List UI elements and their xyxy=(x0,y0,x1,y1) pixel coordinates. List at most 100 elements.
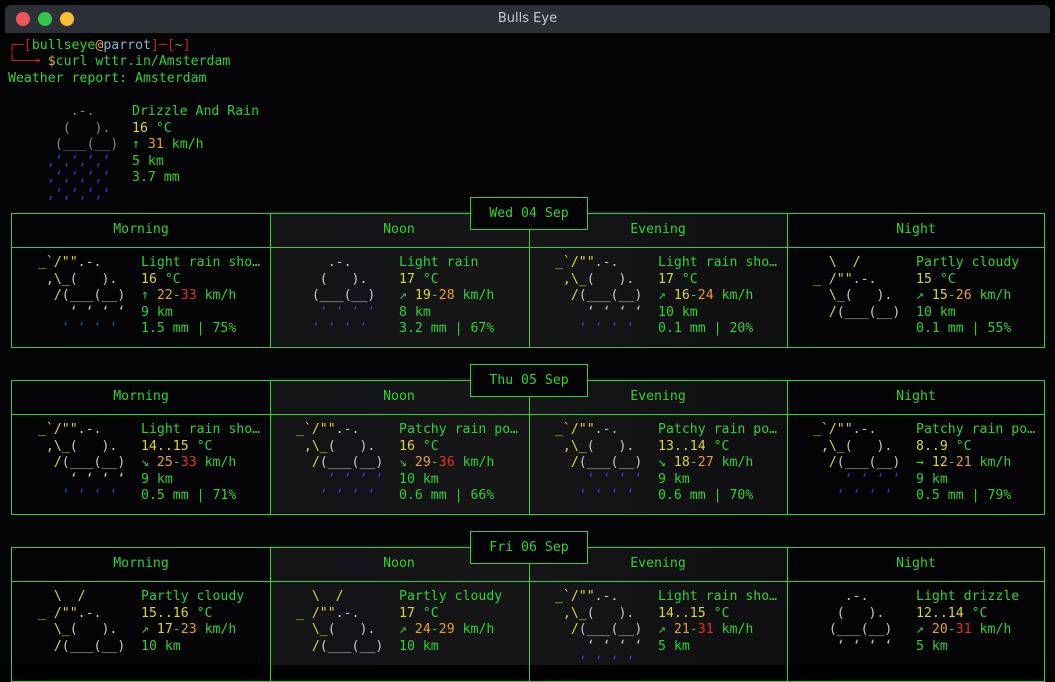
period-wind-low: 15 xyxy=(931,288,948,304)
period-wind-low: 22 xyxy=(156,288,173,304)
period-cell: _`/"".-. ,\_( ). /(___(__) ʻ ʻ ʻ ʻ ʻ ʻ ʻ… xyxy=(529,589,787,679)
period-wind-low: 24 xyxy=(414,622,431,638)
period-visibility: 8 km xyxy=(399,304,431,320)
period-cell: _`/"".-. ,\_( ). /(___(__) ʻ ʻ ʻ ʻ ʻ ʻ ʻ… xyxy=(270,422,528,512)
day-date: Thu 05 Sep xyxy=(470,364,588,397)
period-wind-high: 27 xyxy=(697,455,714,471)
period-wind-high: 24 xyxy=(697,288,714,304)
prompt-user: bullseye xyxy=(31,38,96,53)
period-temp: 12..14 xyxy=(916,605,964,621)
partly-cloudy-icon: \ / _ /"".-. \_( ). /(___(__) xyxy=(288,589,392,654)
partly-cloudy-icon: \ / _ /"".-. \_( ). /(___(__) xyxy=(805,255,909,320)
period-info: Light rain 17 °C ↗ 19-28 km/h 8 km 3.2 m… xyxy=(399,255,495,337)
period-wind-low: 12 xyxy=(931,455,948,471)
period-label: Night xyxy=(896,556,936,571)
patchy-rain-icon: _`/"".-. ,\_( ). /(___(__) ʻ ʻ ʻ ʻ ʻ ʻ ʻ… xyxy=(288,422,400,504)
period-visibility: 10 km xyxy=(658,304,698,320)
period-info: Patchy rain po… 8..9 °C → 12-21 km/h 9 k… xyxy=(916,422,1036,504)
period-wind-low: 20 xyxy=(931,622,948,638)
wind-arrow-icon: ↘ xyxy=(399,455,407,471)
period-condition: Light rain xyxy=(399,255,479,270)
wind-arrow-icon: ↘ xyxy=(141,455,149,471)
period-condition: Patchy rain po… xyxy=(658,422,778,437)
period-precip: 0.1 mm | 55% xyxy=(916,321,1012,337)
period-precip: 0.5 mm | 71% xyxy=(141,488,237,504)
period-temp: 13..14 xyxy=(658,438,706,454)
period-cell: _`/"".-. ,\_( ). /(___(__) ʻ ʻ ʻ ʻ ʻ ʻ ʻ… xyxy=(12,255,270,345)
period-info: Light rain sho… 16 °C ↑ 22-33 km/h 9 km … xyxy=(141,255,261,337)
period-label: Night xyxy=(896,389,936,404)
period-temp: 14..15 xyxy=(141,438,189,454)
period-condition: Light rain sho… xyxy=(141,422,261,437)
period-visibility: 9 km xyxy=(141,471,173,487)
light-drizzle-icon: .-. ( ). (___(__) ʻ ʻ ʻ ʻ xyxy=(828,589,893,654)
current-wind: 31 xyxy=(147,137,164,153)
wind-arrow-icon: ↑ xyxy=(132,137,140,153)
period-wind-high: 36 xyxy=(438,455,455,471)
period-wind-low: 19 xyxy=(414,288,431,304)
period-visibility: 5 km xyxy=(658,638,690,654)
light-rain-shower-icon: _`/"".-. ,\_( ). /(___(__) ʻ ʻ ʻ ʻ ʻ ʻ ʻ… xyxy=(30,255,142,337)
prompt-host: parrot xyxy=(103,38,151,53)
period-cell: _`/"".-. ,\_( ). /(___(__) ʻ ʻ ʻ ʻ ʻ ʻ ʻ… xyxy=(529,255,787,345)
period-wind-low: 17 xyxy=(156,622,173,638)
current-temp: 16 xyxy=(132,120,148,136)
current-precip: 3.7 mm xyxy=(132,170,180,186)
period-precip: 0.1 mm | 20% xyxy=(658,321,754,337)
period-wind-high: 23 xyxy=(180,622,197,638)
period-wind-high: 31 xyxy=(955,622,972,638)
window-title: Bulls Eye xyxy=(497,11,558,26)
wind-arrow-icon: ↗ xyxy=(658,622,666,638)
day-date: Wed 04 Sep xyxy=(470,197,588,230)
period-cell: .-. ( ). (___(__) ʻ ʻ ʻ ʻ Light drizzle … xyxy=(787,589,1045,679)
period-wind-high: 26 xyxy=(955,288,972,304)
period-cell: \ / _ /"".-. \_( ). /(___(__) Partly clo… xyxy=(787,255,1045,345)
period-info: Light rain sho… 17 °C ↗ 16-24 km/h 10 km… xyxy=(658,255,778,337)
forecast-day: Wed 04 Sep Morning _`/"".-. ,\_( ). /(___… xyxy=(11,197,1045,348)
period-temp: 8..9 xyxy=(916,438,948,454)
period-cell: \ / _ /"".-. \_( ). /(___(__) Partly clo… xyxy=(270,589,528,679)
period-wind-high: 21 xyxy=(955,455,972,471)
period-info: Partly cloudy 17 °C ↗ 24-29 km/h 10 km xyxy=(399,589,503,654)
period-condition: Partly cloudy xyxy=(141,589,245,604)
wind-arrow-icon: → xyxy=(916,455,924,471)
period-precip: 0.6 mm | 70% xyxy=(658,488,754,504)
period-temp: 17 xyxy=(658,271,674,287)
period-temp: 17 xyxy=(399,605,415,621)
wind-arrow-icon: ↗ xyxy=(399,622,407,638)
period-info: Patchy rain po… 13..14 °C ↘ 18-27 km/h 9… xyxy=(658,422,778,504)
patchy-rain-icon: _`/"".-. ,\_( ). /(___(__) ʻ ʻ ʻ ʻ ʻ ʻ ʻ… xyxy=(805,422,917,504)
period-visibility: 10 km xyxy=(399,471,439,487)
prompt-dir: ~ xyxy=(174,38,183,53)
period-label: Morning xyxy=(113,556,169,571)
light-rain-shower-icon: _`/"".-. ,\_( ). /(___(__) ʻ ʻ ʻ ʻ ʻ ʻ ʻ… xyxy=(547,589,659,671)
period-wind-low: 21 xyxy=(673,622,690,638)
period-condition: Light rain sho… xyxy=(658,255,778,270)
current-condition: Drizzle And Rain xyxy=(132,104,260,119)
patchy-rain-icon: _`/"".-. ,\_( ). /(___(__) ʻ ʻ ʻ ʻ ʻ ʻ ʻ… xyxy=(547,422,659,504)
command-text: curl wttr.in/Amsterdam xyxy=(55,54,231,69)
period-precip: 0.5 mm | 79% xyxy=(916,488,1012,504)
period-visibility: 10 km xyxy=(141,638,181,654)
light-rain-shower-icon: _`/"".-. ,\_( ). /(___(__) ʻ ʻ ʻ ʻ ʻ ʻ ʻ… xyxy=(30,422,142,504)
period-wind-low: 16 xyxy=(673,288,690,304)
period-label: Morning xyxy=(113,222,169,237)
command-line: └──╼ $curl wttr.in/Amsterdam xyxy=(8,54,231,69)
terminal-output[interactable]: ┌─[bullseye@parrot]─[~] └──╼ $curl wttr.… xyxy=(0,33,1055,682)
period-condition: Patchy rain po… xyxy=(399,422,519,437)
prompt-symbol: $ xyxy=(47,54,56,69)
period-condition: Partly cloudy xyxy=(399,589,503,604)
period-label: Night xyxy=(896,222,936,237)
period-visibility: 9 km xyxy=(916,471,948,487)
period-cell: _`/"".-. ,\_( ). /(___(__) ʻ ʻ ʻ ʻ ʻ ʻ ʻ… xyxy=(12,422,270,512)
current-temp-unit: °C xyxy=(155,120,172,136)
drizzle-rain-icon: .-. ( ). (___(__) ‚ʻ‚ʻ‚ʻ‚ʻ ‚ʻ‚ʻ‚ʻ‚ʻ ‚ʻ‚ʻ… xyxy=(46,104,119,202)
period-wind-high: 33 xyxy=(180,288,197,304)
period-temp: 17 xyxy=(399,271,415,287)
wind-arrow-icon: ↘ xyxy=(658,455,666,471)
period-wind-high: 33 xyxy=(180,455,197,471)
period-info: Patchy rain po… 16 °C ↘ 29-36 km/h 10 km… xyxy=(399,422,519,504)
window-titlebar[interactable]: Bulls Eye xyxy=(5,5,1050,33)
day-date: Fri 06 Sep xyxy=(470,531,588,564)
period-info: Partly cloudy 15..16 °C ↗ 17-23 km/h 10 … xyxy=(141,589,245,654)
